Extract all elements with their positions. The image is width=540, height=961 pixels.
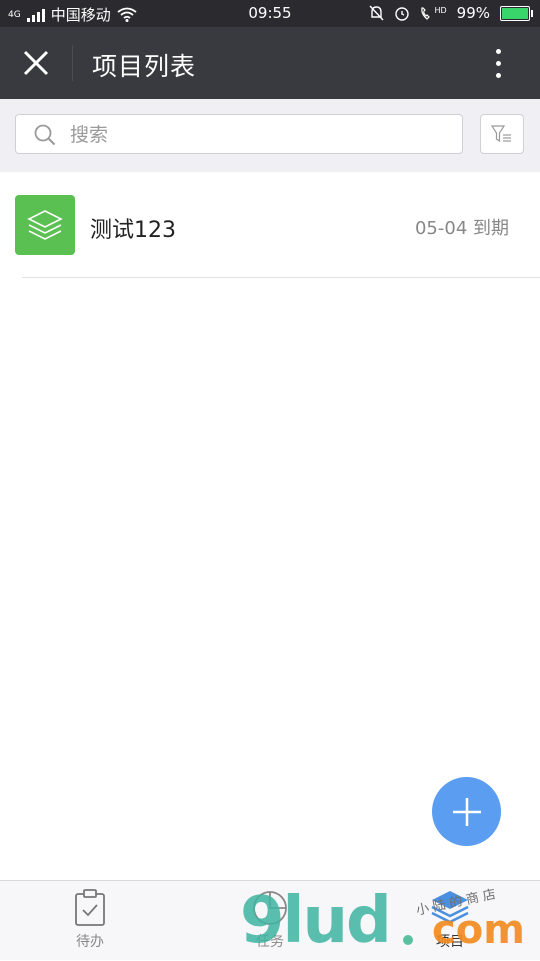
nav-label-tasks: 任务 — [256, 934, 284, 950]
plus-icon — [452, 797, 481, 826]
title-bar: 项目列表 — [0, 27, 540, 99]
bottom-nav: 待办 任务 项目 — [0, 880, 540, 960]
search-area — [0, 99, 540, 172]
filter-button[interactable] — [480, 114, 524, 154]
filter-icon — [491, 125, 511, 143]
nav-label-todo: 待办 — [76, 934, 104, 950]
phone-icon — [421, 6, 431, 20]
nav-label-projects: 项目 — [436, 934, 464, 950]
add-project-button[interactable] — [432, 777, 501, 846]
project-icon — [15, 195, 75, 255]
page-title: 项目列表 — [92, 52, 197, 81]
close-icon — [23, 50, 49, 76]
pie-chart-icon — [253, 891, 287, 925]
search-icon — [34, 124, 56, 146]
more-dot-icon — [495, 48, 501, 54]
clipboard-check-icon — [75, 889, 105, 926]
layers-icon — [27, 210, 63, 240]
more-options-button[interactable] — [480, 43, 516, 83]
project-due-date: 05-04 到期 — [414, 218, 509, 239]
close-button[interactable] — [12, 39, 60, 87]
header-divider — [72, 45, 73, 81]
battery-percent: 99% — [456, 4, 490, 22]
project-name: 测试123 — [90, 218, 176, 243]
search-box[interactable] — [15, 114, 463, 155]
more-dot-icon — [495, 72, 501, 78]
hd-call-indicator: HD — [420, 5, 447, 21]
alarm-icon — [395, 7, 410, 21]
list-item[interactable]: 测试123 05-04 到期 — [0, 172, 540, 278]
mute-bell-icon — [369, 5, 384, 21]
nav-item-todo[interactable]: 待办 — [0, 881, 180, 961]
battery-icon — [500, 5, 533, 21]
nav-item-tasks[interactable]: 任务 — [180, 881, 360, 961]
search-input[interactable] — [68, 115, 452, 155]
project-list: 测试123 05-04 到期 — [0, 172, 540, 278]
layers-icon — [431, 891, 469, 924]
status-bar: 4G 中国移动 09:55 HD 99% — [0, 0, 540, 27]
nav-item-projects[interactable]: 项目 — [360, 881, 540, 961]
hd-text: HD — [434, 5, 447, 15]
more-dot-icon — [495, 60, 501, 66]
list-divider — [22, 277, 540, 278]
status-right: HD 99% — [369, 4, 533, 22]
